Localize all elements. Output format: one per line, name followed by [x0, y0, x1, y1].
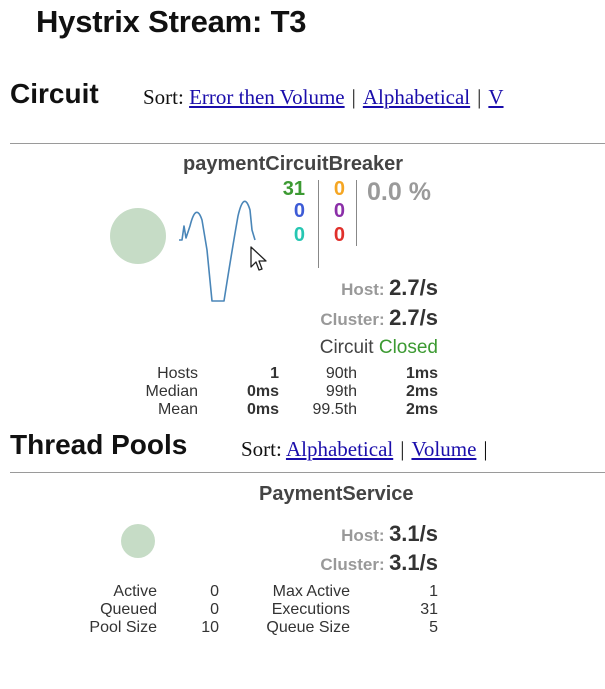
circuit-status: Circuit Closed [320, 337, 438, 359]
mean-value: 0ms [246, 401, 279, 418]
executions-label: Executions [271, 601, 350, 618]
circuit-sort-bar: Sort: Error then Volume | Alphabetical | V [143, 85, 504, 110]
queue-size-label: Queue Size [266, 619, 350, 636]
circuit-section-title: Circuit [10, 78, 99, 109]
circuit-status-label: Circuit [319, 337, 374, 358]
median-label: Median [145, 383, 198, 400]
thread-pools-sort-bar: Sort: Alphabetical | Volume | [241, 437, 495, 462]
cluster-rate-value: 2.7/s [389, 305, 438, 330]
sort-separator: | [351, 85, 356, 109]
hosts-value: 1 [270, 365, 279, 382]
circuit-divider [10, 143, 605, 144]
circuit-name: paymentCircuitBreaker [183, 153, 404, 175]
thread-pools-section-title: Thread Pools [10, 429, 188, 460]
active-label: Active [113, 583, 157, 600]
sort-volume-link-truncated[interactable]: V [488, 85, 503, 109]
p995-label: 99.5th [312, 401, 357, 418]
sparkline-path [179, 200, 256, 302]
mean-label: Mean [157, 401, 198, 418]
circuit-health-circle [110, 208, 166, 264]
sort-separator: | [400, 437, 405, 461]
thread-pools-divider [10, 472, 605, 473]
cluster-rate-value: 3.1/s [389, 550, 438, 575]
active-value: 0 [210, 583, 219, 600]
queued-value: 0 [210, 601, 219, 618]
queued-label: Queued [100, 601, 157, 618]
pool-size-label: Pool Size [89, 619, 157, 636]
pool-host-rate-row: Host: 3.1/s [341, 521, 438, 547]
p90-label: 90th [325, 365, 357, 382]
pool-size-value: 10 [201, 619, 219, 636]
pool-sort-volume-link[interactable]: Volume [411, 437, 476, 461]
host-rate-label: Host: [341, 280, 385, 299]
p99-value: 2ms [405, 383, 438, 400]
page-title: Hystrix Stream: T3 [36, 4, 307, 39]
circuit-host-rate-row: Host: 2.7/s [341, 275, 438, 301]
pool-sort-alphabetical-link[interactable]: Alphabetical [286, 437, 393, 461]
p995-value: 2ms [405, 401, 438, 418]
success-count: 31 [282, 178, 305, 200]
thread-pool-health-circle [121, 524, 155, 558]
p90-value: 1ms [405, 365, 438, 382]
failure-count: 0 [333, 224, 345, 246]
circuit-cluster-rate-row: Cluster: 2.7/s [320, 305, 438, 331]
max-active-value: 1 [429, 583, 438, 600]
thread-pools-sort-label: Sort: [241, 437, 282, 461]
queue-size-value: 5 [429, 619, 438, 636]
host-rate-value: 3.1/s [389, 521, 438, 546]
circuit-sort-label: Sort: [143, 85, 184, 109]
host-rate-value: 2.7/s [389, 275, 438, 300]
count-column-divider [318, 180, 319, 268]
thread-pool-name: PaymentService [259, 483, 414, 505]
hosts-label: Hosts [157, 365, 198, 382]
short-circuited-count: 0 [293, 200, 305, 222]
sort-alphabetical-link[interactable]: Alphabetical [363, 85, 470, 109]
sort-separator: | [477, 85, 482, 109]
sort-error-volume-link[interactable]: Error then Volume [189, 85, 345, 109]
median-value: 0ms [246, 383, 279, 400]
cluster-rate-label: Cluster: [320, 310, 385, 329]
mouse-pointer-icon [250, 246, 267, 271]
sort-separator: | [483, 437, 488, 461]
executions-value: 31 [420, 601, 438, 618]
rejected-count: 0 [333, 200, 345, 222]
pool-cluster-rate-row: Cluster: 3.1/s [320, 550, 438, 576]
cluster-rate-label: Cluster: [320, 555, 385, 574]
circuit-status-value: Closed [378, 337, 438, 358]
p99-label: 99th [325, 383, 357, 400]
count-column-divider [356, 180, 357, 246]
timeout-count: 0 [333, 178, 345, 200]
error-percentage: 0.0 % [367, 178, 431, 206]
host-rate-label: Host: [341, 526, 385, 545]
bad-request-count: 0 [293, 224, 305, 246]
max-active-label: Max Active [272, 583, 350, 600]
